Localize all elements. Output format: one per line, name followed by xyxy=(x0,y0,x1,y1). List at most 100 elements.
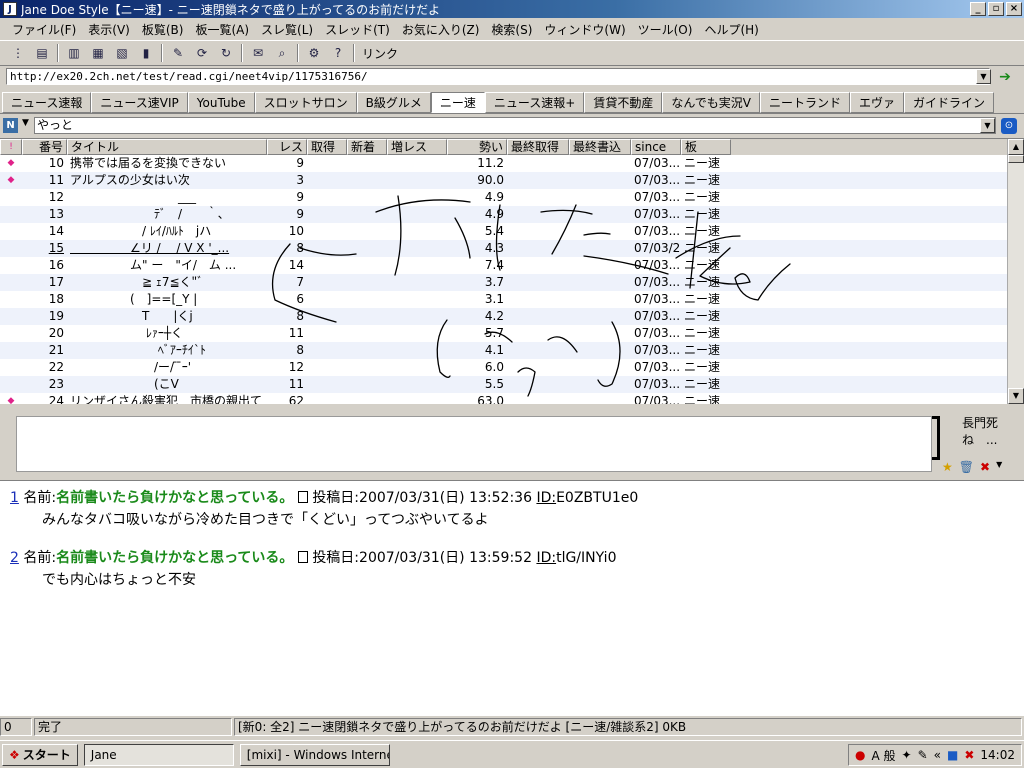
column-header[interactable]: レス xyxy=(267,139,307,155)
go-arrow-icon[interactable]: ➔ xyxy=(996,68,1014,86)
tray-app-icon[interactable]: ✦ xyxy=(902,748,912,762)
column-header[interactable]: タイトル xyxy=(67,139,267,155)
taskbar-task[interactable]: [mixi] - Windows Interne... xyxy=(239,743,390,766)
scroll-thumb[interactable] xyxy=(1008,155,1024,163)
pane-left-icon[interactable]: ▥ xyxy=(64,44,84,62)
table-row[interactable]: 17 ≧ ｪ7≦く"ﾞ 7 3.7 07/03... ニー速 xyxy=(0,274,1024,291)
url-input[interactable]: http://ex20.2ch.net/test/read.cgi/neet4v… xyxy=(6,68,990,85)
column-header[interactable]: 増レス xyxy=(387,139,447,155)
menu-item[interactable]: 検索(S) xyxy=(485,19,538,40)
thread-tab-label[interactable]: 長門死ね ... xyxy=(962,414,1024,448)
filter-dropdown-icon[interactable]: ▼ xyxy=(980,118,995,133)
post-number-link[interactable]: 1 xyxy=(10,490,19,506)
table-row[interactable]: 12 ___ 9 4.9 07/03... ニー速 xyxy=(0,189,1024,206)
menu-item[interactable]: 板覧(B) xyxy=(136,19,190,40)
menu-item[interactable]: 板一覧(A) xyxy=(189,19,255,40)
menu-item[interactable]: スレ覧(L) xyxy=(255,19,319,40)
board-tab[interactable]: ガイドライン xyxy=(904,92,995,113)
table-row[interactable]: 15 ∠リ / / V X '_... 8 4.3 07/03/29 17:22ニー速 xyxy=(0,240,1024,257)
table-row[interactable]: 13 ﾃﾞ / ｀､ 9 4.9 07/03... ニー速 xyxy=(0,206,1024,223)
board-tab[interactable]: なんでも実況V xyxy=(662,92,760,113)
board-list-icon[interactable]: ▤ xyxy=(32,44,52,62)
table-row[interactable]: 18 ( ]==[_Y | 6 3.1 07/03... ニー速 xyxy=(0,291,1024,308)
table-row[interactable]: 21 ﾍﾞｱｰﾁｲ`ﾄ 8 4.1 07/03... ニー速 xyxy=(0,342,1024,359)
taskbar-task[interactable]: Jane xyxy=(83,743,234,766)
menu-item[interactable]: スレッド(T) xyxy=(319,19,396,40)
filter-input[interactable]: やっと xyxy=(34,117,996,134)
ime-icon[interactable]: ● xyxy=(855,748,865,762)
table-row[interactable]: 19 T |くj 8 4.2 07/03... ニー速 xyxy=(0,308,1024,325)
message-icon[interactable]: ✉ xyxy=(248,44,268,62)
table-row[interactable]: 14 / ﾚｲ/ﾊﾙﾄ jハ 10 5.4 07/03... ニー速 xyxy=(0,223,1024,240)
table-row[interactable]: ◆ 11 アルプスの少女はい次 3 90.0 07/03... ニー速 xyxy=(0,172,1024,189)
minimize-button[interactable]: _ xyxy=(970,2,986,16)
mail-icon[interactable] xyxy=(297,551,308,563)
column-header[interactable]: 板 xyxy=(681,139,731,155)
trash-icon[interactable]: 🗑 xyxy=(959,460,974,474)
table-row[interactable]: 23 (こV 11 5.5 07/03... ニー速 xyxy=(0,376,1024,393)
write-icon[interactable]: ✎ xyxy=(168,44,188,62)
tray-chevron-icon[interactable]: « xyxy=(934,748,941,762)
board-tab[interactable]: B級グルメ xyxy=(356,92,431,113)
board-tab[interactable]: YouTube xyxy=(187,92,255,113)
column-header[interactable]: 新着 xyxy=(347,139,387,155)
table-row[interactable]: 22 /ー/ ̄ ̄ｰ' 12 6.0 07/03... ニー速 xyxy=(0,359,1024,376)
column-header[interactable]: 番号 xyxy=(22,139,67,155)
post-number-link[interactable]: 2 xyxy=(10,550,19,566)
column-header[interactable]: ! xyxy=(0,139,22,155)
board-tab[interactable]: エヴァ xyxy=(849,92,904,113)
board-tab[interactable]: 賃貸不動産 xyxy=(584,92,663,113)
list-scrollbar[interactable]: ▲ ▼ xyxy=(1007,139,1024,404)
scroll-up-icon[interactable]: ▲ xyxy=(1008,139,1024,155)
filter-n-icon[interactable]: N xyxy=(3,118,18,133)
board-tab[interactable]: ニー速 xyxy=(430,92,485,113)
tray-network-icon[interactable]: ■ xyxy=(947,748,958,762)
column-header[interactable]: 最終書込 xyxy=(569,139,631,155)
scroll-down-icon[interactable]: ▼ xyxy=(1008,388,1024,404)
search-icon[interactable]: ⌕ xyxy=(272,44,292,62)
column-header[interactable]: 勢い xyxy=(447,139,507,155)
pane-right-icon[interactable]: ▧ xyxy=(112,44,132,62)
board-tab[interactable]: ニュース速報+ xyxy=(484,92,585,113)
menu-item[interactable]: ヘルプ(H) xyxy=(698,19,764,40)
pane-split-icon[interactable]: ▦ xyxy=(88,44,108,62)
menu-item[interactable]: ウィンドウ(W) xyxy=(538,19,631,40)
table-row[interactable]: 16 ム" ー "イ/ ム ... 14 7.4 07/03... ニー速 xyxy=(0,257,1024,274)
table-row[interactable]: ◆ 24 リンザイさん殺害犯 市橋の親出て 62 63.0 07/03... ニー速 xyxy=(0,393,1024,404)
url-dropdown-icon[interactable]: ▼ xyxy=(976,69,991,84)
menu-item[interactable]: ファイル(F) xyxy=(6,19,82,40)
board-tab[interactable]: ニュース速VIP xyxy=(91,92,188,113)
pane-full-icon[interactable]: ▮ xyxy=(136,44,156,62)
settings-icon[interactable]: ⚙ xyxy=(304,44,324,62)
column-header[interactable]: 最終取得 xyxy=(507,139,569,155)
tray-volume-icon[interactable]: ✖ xyxy=(964,748,974,762)
close-button[interactable]: × xyxy=(1006,2,1022,16)
column-header[interactable]: 取得 xyxy=(307,139,347,155)
help-icon[interactable]: ? xyxy=(328,44,348,62)
tools-dropdown-icon[interactable]: ▼ xyxy=(996,460,1002,474)
menu-item[interactable]: ツール(O) xyxy=(632,19,699,40)
favorite-star-icon[interactable]: ★ xyxy=(942,460,953,474)
id-label[interactable]: ID: xyxy=(536,490,556,506)
close-thread-icon[interactable]: ✖ xyxy=(980,460,990,474)
reload-icon[interactable]: ⟳ xyxy=(192,44,212,62)
filter-option-icon[interactable]: ⊙ xyxy=(1001,118,1017,134)
table-row[interactable]: 20 ﾚｧｰ┼く 11 5.7 07/03... ニー速 xyxy=(0,325,1024,342)
id-label[interactable]: ID: xyxy=(536,550,556,566)
menu-item[interactable]: 表示(V) xyxy=(82,19,136,40)
board-tab[interactable]: スロットサロン xyxy=(254,92,357,113)
reload-all-icon[interactable]: ↻ xyxy=(216,44,236,62)
board-tab[interactable]: ニュース速報 xyxy=(2,92,92,113)
app-icon[interactable]: J xyxy=(3,2,17,16)
mail-icon[interactable] xyxy=(297,491,308,503)
start-button[interactable]: ❖ スタート xyxy=(2,743,78,766)
filter-arrow-icon[interactable]: ▼ xyxy=(22,118,29,128)
tray-tool-icon[interactable]: ✎ xyxy=(918,748,928,762)
link-label[interactable]: リンク xyxy=(362,45,398,62)
menu-item[interactable]: お気に入り(Z) xyxy=(396,19,486,40)
column-header[interactable]: since xyxy=(631,139,681,155)
ime-mode[interactable]: A 般 xyxy=(872,747,896,764)
board-tab[interactable]: ニートランド xyxy=(759,92,850,113)
table-row[interactable]: ◆ 10 携帯では届るを変換できない 9 11.2 07/03... ニー速 xyxy=(0,155,1024,172)
restore-button[interactable]: ▫ xyxy=(988,2,1004,16)
